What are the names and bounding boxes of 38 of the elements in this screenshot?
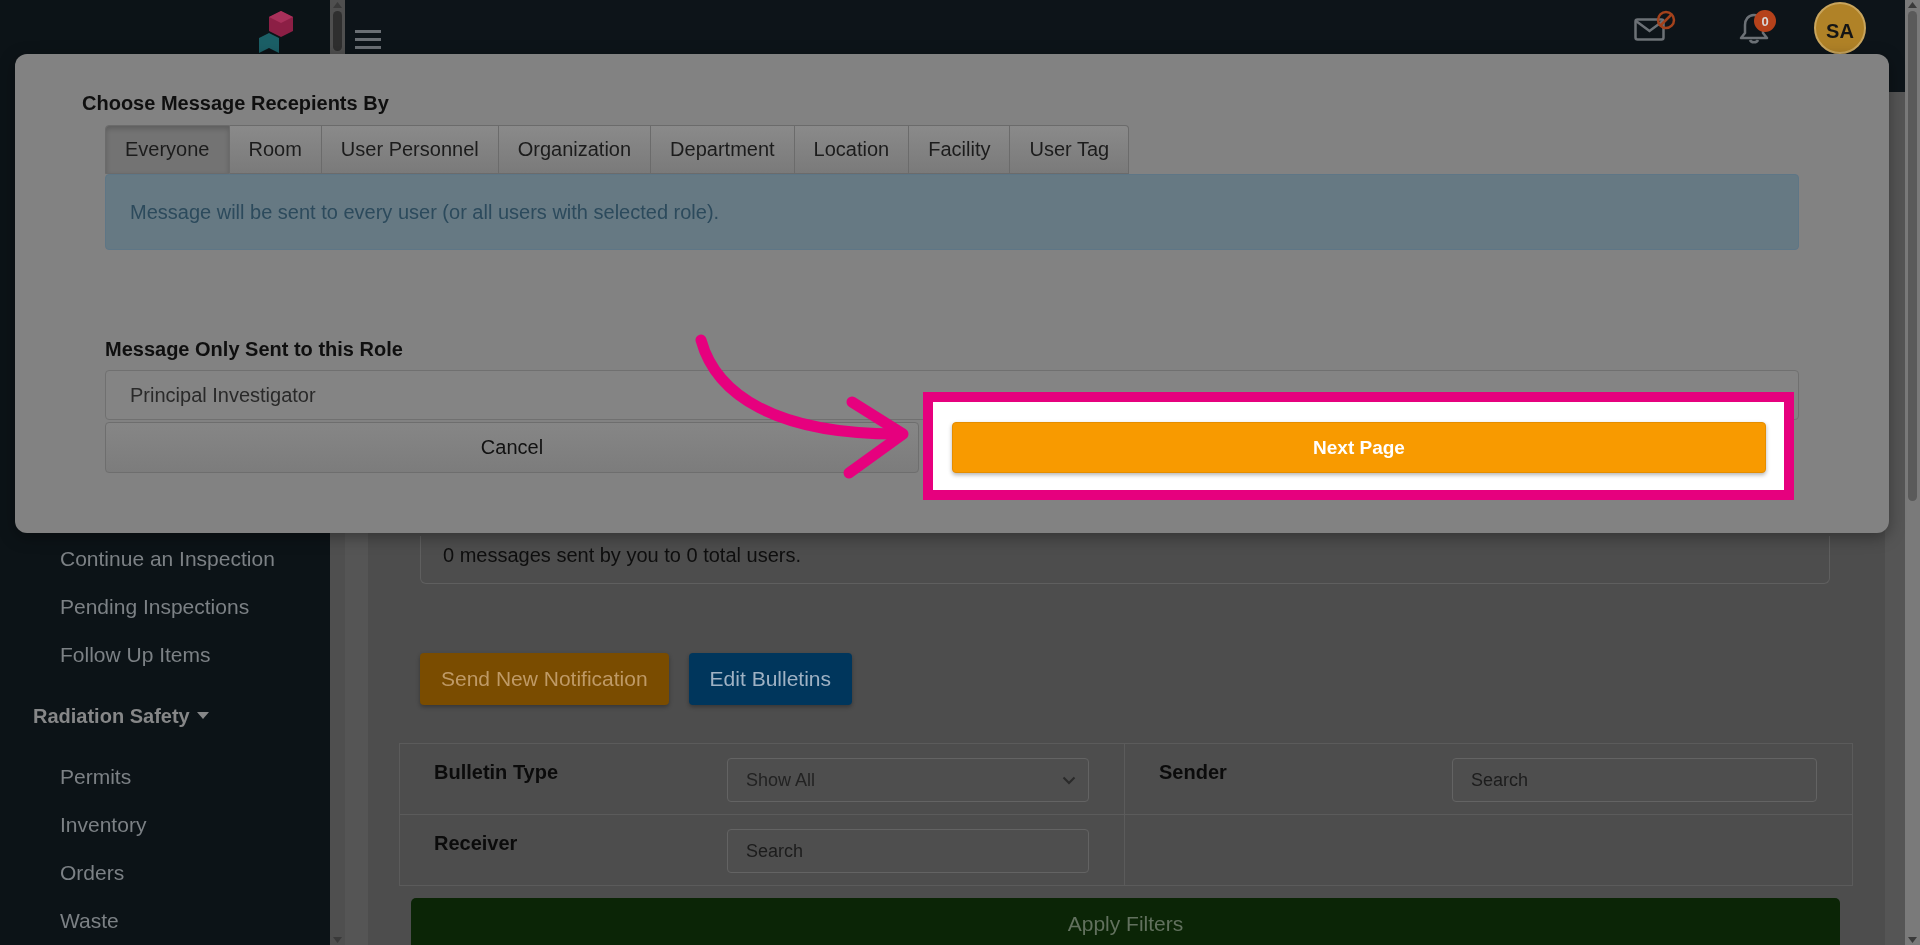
tab[interactable]: Organization [498,125,652,174]
sidebar-link[interactable]: Permits [0,753,330,801]
scrollbar[interactable] [1905,0,1920,945]
cancel-button[interactable]: Cancel [105,422,919,473]
summary-text: 0 messages sent by you to 0 total users. [443,544,802,567]
info-alert: Message will be sent to every user (or all users with selected role). [105,174,1799,250]
sidebar-link[interactable]: Pending Inspections [0,583,330,631]
avatar[interactable]: SA [1814,2,1866,54]
tab[interactable]: Department [651,125,795,174]
sidebar-section-header[interactable]: Radiation Safety [0,679,330,753]
notification-badge: 0 [1754,10,1776,32]
chevron-down-icon [1062,775,1076,785]
filter-label: Receiver [434,832,518,855]
filter-label: Sender [1159,761,1227,784]
field-label: Message Only Sent to this Role [105,338,404,360]
sidebar-link[interactable]: Continue an Inspection [0,535,330,583]
scroll-down-icon[interactable] [1908,937,1917,943]
scrollbar-thumb[interactable] [333,11,342,51]
tab[interactable]: Room [229,125,322,174]
menu-icon[interactable] [355,30,381,50]
apply-filters-button[interactable]: Apply Filters [411,898,1840,945]
tab[interactable]: User Personnel [321,125,499,174]
tab[interactable]: Facility [909,125,1011,174]
action-button[interactable]: Send New Notification [420,653,669,705]
tab[interactable]: Everyone [105,125,230,174]
bell-icon[interactable] [1739,12,1769,44]
sidebar-link[interactable]: Inventory [0,801,330,849]
action-button[interactable]: Edit Bulletins [688,653,852,705]
mail-blocked-icon[interactable] [1634,10,1676,42]
tab[interactable]: Location [794,125,910,174]
scroll-up-icon[interactable] [1908,2,1917,8]
filter-label: Bulletin Type [434,761,559,784]
tab[interactable]: User Tag [1010,125,1130,174]
sidebar-link[interactable]: Follow Up Items [0,631,330,679]
sidebar-link[interactable]: Waste [0,897,330,945]
scrollbar-thumb[interactable] [1908,11,1917,501]
modal-title: Choose Message Recepients By [82,91,390,115]
sidebar-link[interactable]: Orders [0,849,330,897]
